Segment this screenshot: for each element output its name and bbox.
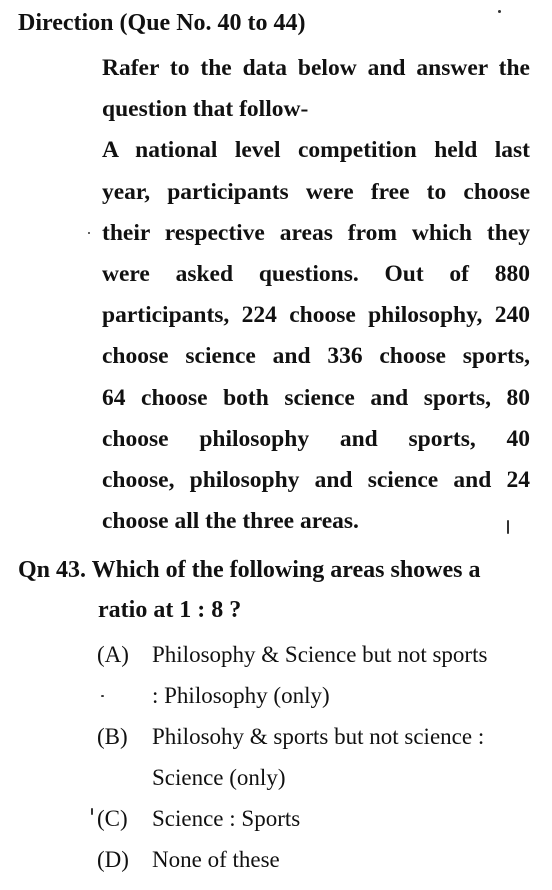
scan-speck	[507, 520, 509, 534]
passage-line: choose philosophy and sports, 40	[102, 425, 530, 452]
passage-line: participants, 224 choose philosophy, 240	[102, 302, 530, 329]
scan-speck	[498, 10, 501, 13]
option-text: None of these	[152, 847, 280, 872]
option-b[interactable]: (B) Philosohy & sports but not science :	[97, 716, 537, 757]
option-c[interactable]: (C) Science : Sports	[97, 798, 537, 839]
question-text: Which of the following areas showes a	[91, 557, 481, 583]
passage-line: choose science and 336 choose sports,	[102, 343, 530, 370]
scan-speck	[91, 808, 93, 815]
option-a[interactable]: (A) Philosophy & Science but not sports	[97, 634, 537, 675]
question-first-line: Qn 43. Which of the following areas show…	[18, 550, 538, 590]
passage-line: choose, philosophy and science and 24	[102, 466, 530, 493]
passage-line: question that follow-	[102, 96, 309, 123]
option-text: Philosophy & Science but not sports	[152, 642, 488, 667]
option-letter: (C)	[97, 806, 128, 831]
option-a-continued: : Philosophy (only)	[152, 683, 330, 708]
question-text-continued: ratio at 1 : 8 ?	[98, 597, 242, 623]
scan-speck	[101, 695, 104, 697]
option-d[interactable]: (D) None of these	[97, 839, 537, 880]
option-letter: (D)	[97, 847, 129, 872]
passage-line: choose all the three areas.	[102, 508, 359, 535]
option-letter: (A)	[97, 642, 129, 667]
answer-options: (A) Philosophy & Science but not sports …	[97, 634, 537, 880]
document-page: Direction (Que No. 40 to 44) Rafer to th…	[0, 0, 552, 890]
passage-line: their respective areas from which they	[102, 219, 530, 246]
option-b-continued: Science (only)	[152, 765, 286, 790]
passage-line: Rafer to the data below and answer the	[102, 55, 530, 81]
option-letter: (B)	[97, 724, 128, 749]
passage-line: A national level competition held last	[102, 137, 530, 164]
passage-line: were asked questions. Out of 880	[102, 260, 530, 287]
passage-line: year, participants were free to choose	[102, 178, 530, 205]
passage: Rafer to the data below and answer the q…	[102, 48, 530, 542]
option-text: Science : Sports	[152, 806, 301, 831]
option-text: Philosohy & sports but not science :	[152, 724, 485, 749]
passage-line: 64 choose both science and sports, 80	[102, 384, 530, 411]
scan-speck	[88, 232, 90, 234]
question-number: Qn 43.	[18, 557, 87, 583]
direction-heading: Direction (Que No. 40 to 44)	[18, 10, 306, 36]
question-43: Qn 43. Which of the following areas show…	[18, 550, 538, 630]
